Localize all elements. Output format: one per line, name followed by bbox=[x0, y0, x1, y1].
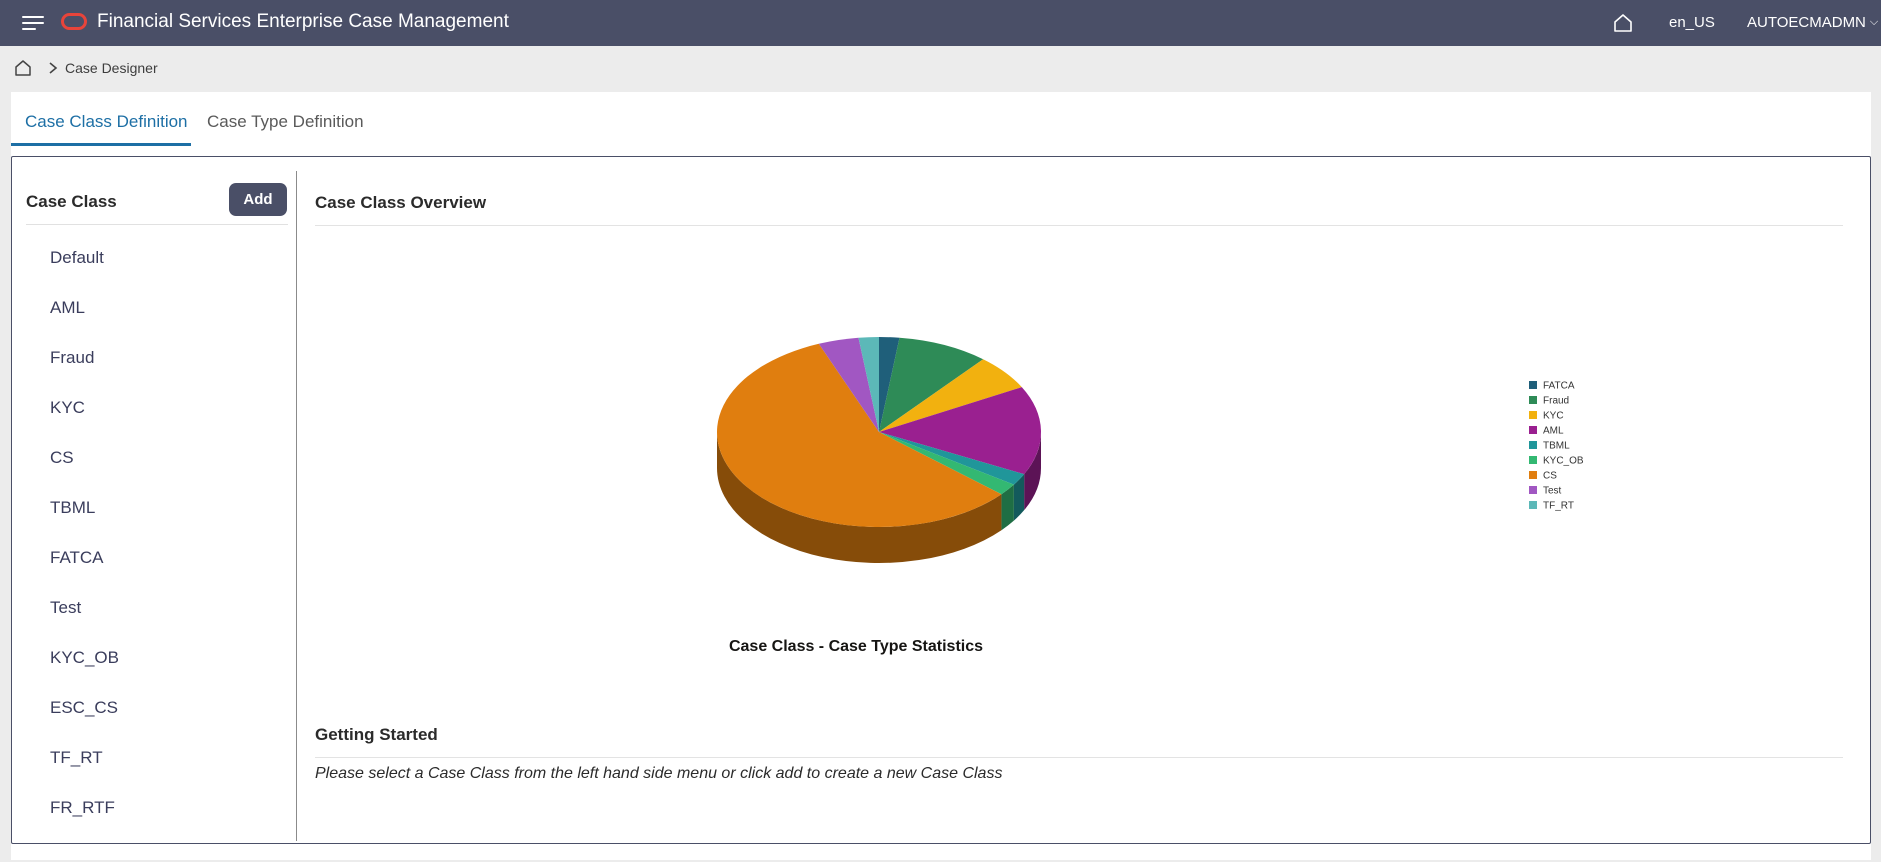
legend-swatch-aml bbox=[1529, 426, 1537, 434]
legend-label-kyc-ob: KYC_OB bbox=[1543, 456, 1584, 467]
legend-swatch-test bbox=[1529, 486, 1537, 494]
case-class-item-esc-cs[interactable]: ESC_CS bbox=[50, 683, 119, 733]
legend-swatch-tbml bbox=[1529, 441, 1537, 449]
chevron-right-icon bbox=[49, 62, 58, 74]
overview-title: Case Class Overview bbox=[315, 193, 487, 212]
legend-swatch-kyc bbox=[1529, 411, 1537, 419]
legend-label-kyc: KYC bbox=[1543, 411, 1564, 422]
case-class-sidebar: Case Class Add Default AML Fraud KYC CS … bbox=[26, 171, 297, 841]
legend-label-fraud: Fraud bbox=[1543, 396, 1569, 407]
add-case-class-button[interactable]: Add bbox=[229, 183, 287, 216]
case-class-list: Default AML Fraud KYC CS TBML FATCA Test… bbox=[50, 233, 119, 833]
case-class-content: Case Class Add Default AML Fraud KYC CS … bbox=[11, 156, 1871, 844]
legend-label-cs: CS bbox=[1543, 471, 1557, 482]
user-menu[interactable]: AUTOECMADMN ⌵ bbox=[1747, 14, 1878, 31]
legend-swatch-cs bbox=[1529, 471, 1537, 479]
legend-swatch-kyc-ob bbox=[1529, 456, 1537, 464]
legend-label-aml: AML bbox=[1543, 426, 1564, 437]
locale-selector[interactable]: en_US bbox=[1669, 14, 1715, 31]
legend-label-test: Test bbox=[1543, 486, 1562, 497]
case-class-heading: Case Class bbox=[26, 192, 117, 211]
case-class-item-fatca[interactable]: FATCA bbox=[50, 533, 119, 583]
legend-label-fatca: FATCA bbox=[1543, 381, 1575, 392]
tab-bar: Case Class Definition Case Type Definiti… bbox=[11, 92, 1871, 148]
case-class-item-tbml[interactable]: TBML bbox=[50, 483, 119, 533]
case-class-item-default[interactable]: Default bbox=[50, 233, 119, 283]
divider bbox=[315, 225, 1843, 226]
top-navigation-bar: Financial Services Enterprise Case Manag… bbox=[0, 0, 1881, 46]
active-tab-indicator bbox=[11, 143, 191, 146]
breadcrumb-home-icon[interactable] bbox=[13, 58, 33, 78]
legend-label-tf-rt: TF_RT bbox=[1543, 501, 1574, 512]
user-name: AUTOECMADMN bbox=[1747, 14, 1866, 31]
case-class-item-tf-rt[interactable]: TF_RT bbox=[50, 733, 119, 783]
case-class-item-aml[interactable]: AML bbox=[50, 283, 119, 333]
case-type-statistics-chart: FATCA Fraud KYC AML TBML KYC_OB CS Test TF_RT Ca… bbox=[717, 337, 1584, 655]
case-designer-panel: Case Class Definition Case Type Definiti… bbox=[11, 92, 1871, 860]
case-class-item-cs[interactable]: CS bbox=[50, 433, 119, 483]
divider bbox=[26, 224, 288, 225]
legend-swatch-tf-rt bbox=[1529, 501, 1537, 509]
case-class-item-kyc[interactable]: KYC bbox=[50, 383, 119, 433]
legend-swatch-fraud bbox=[1529, 396, 1537, 404]
breadcrumb: Case Designer bbox=[13, 58, 158, 78]
case-class-overview: Case Class Overview FATCA Fraud KYC AML TBML… bbox=[312, 171, 1854, 831]
getting-started-title: Getting Started bbox=[315, 725, 438, 744]
divider bbox=[315, 757, 1843, 758]
case-class-item-test[interactable]: Test bbox=[50, 583, 119, 633]
case-class-item-fr-rtf[interactable]: FR_RTF bbox=[50, 783, 119, 833]
app-title: Financial Services Enterprise Case Manag… bbox=[97, 11, 509, 32]
chart-title: Case Class - Case Type Statistics bbox=[729, 638, 983, 655]
chevron-down-icon: ⌵ bbox=[1869, 16, 1879, 28]
case-class-item-kyc-ob[interactable]: KYC_OB bbox=[50, 633, 119, 683]
getting-started-text: Please select a Case Class from the left… bbox=[315, 765, 1003, 782]
case-class-item-fraud[interactable]: Fraud bbox=[50, 333, 119, 383]
oracle-logo bbox=[61, 13, 87, 30]
legend-swatch-fatca bbox=[1529, 381, 1537, 389]
home-icon[interactable] bbox=[1612, 12, 1634, 34]
breadcrumb-current: Case Designer bbox=[65, 60, 158, 76]
tab-case-class-definition[interactable]: Case Class Definition bbox=[25, 112, 188, 132]
hamburger-menu-icon[interactable] bbox=[22, 14, 46, 32]
legend-label-tbml: TBML bbox=[1543, 441, 1570, 452]
tab-case-type-definition[interactable]: Case Type Definition bbox=[207, 112, 364, 132]
